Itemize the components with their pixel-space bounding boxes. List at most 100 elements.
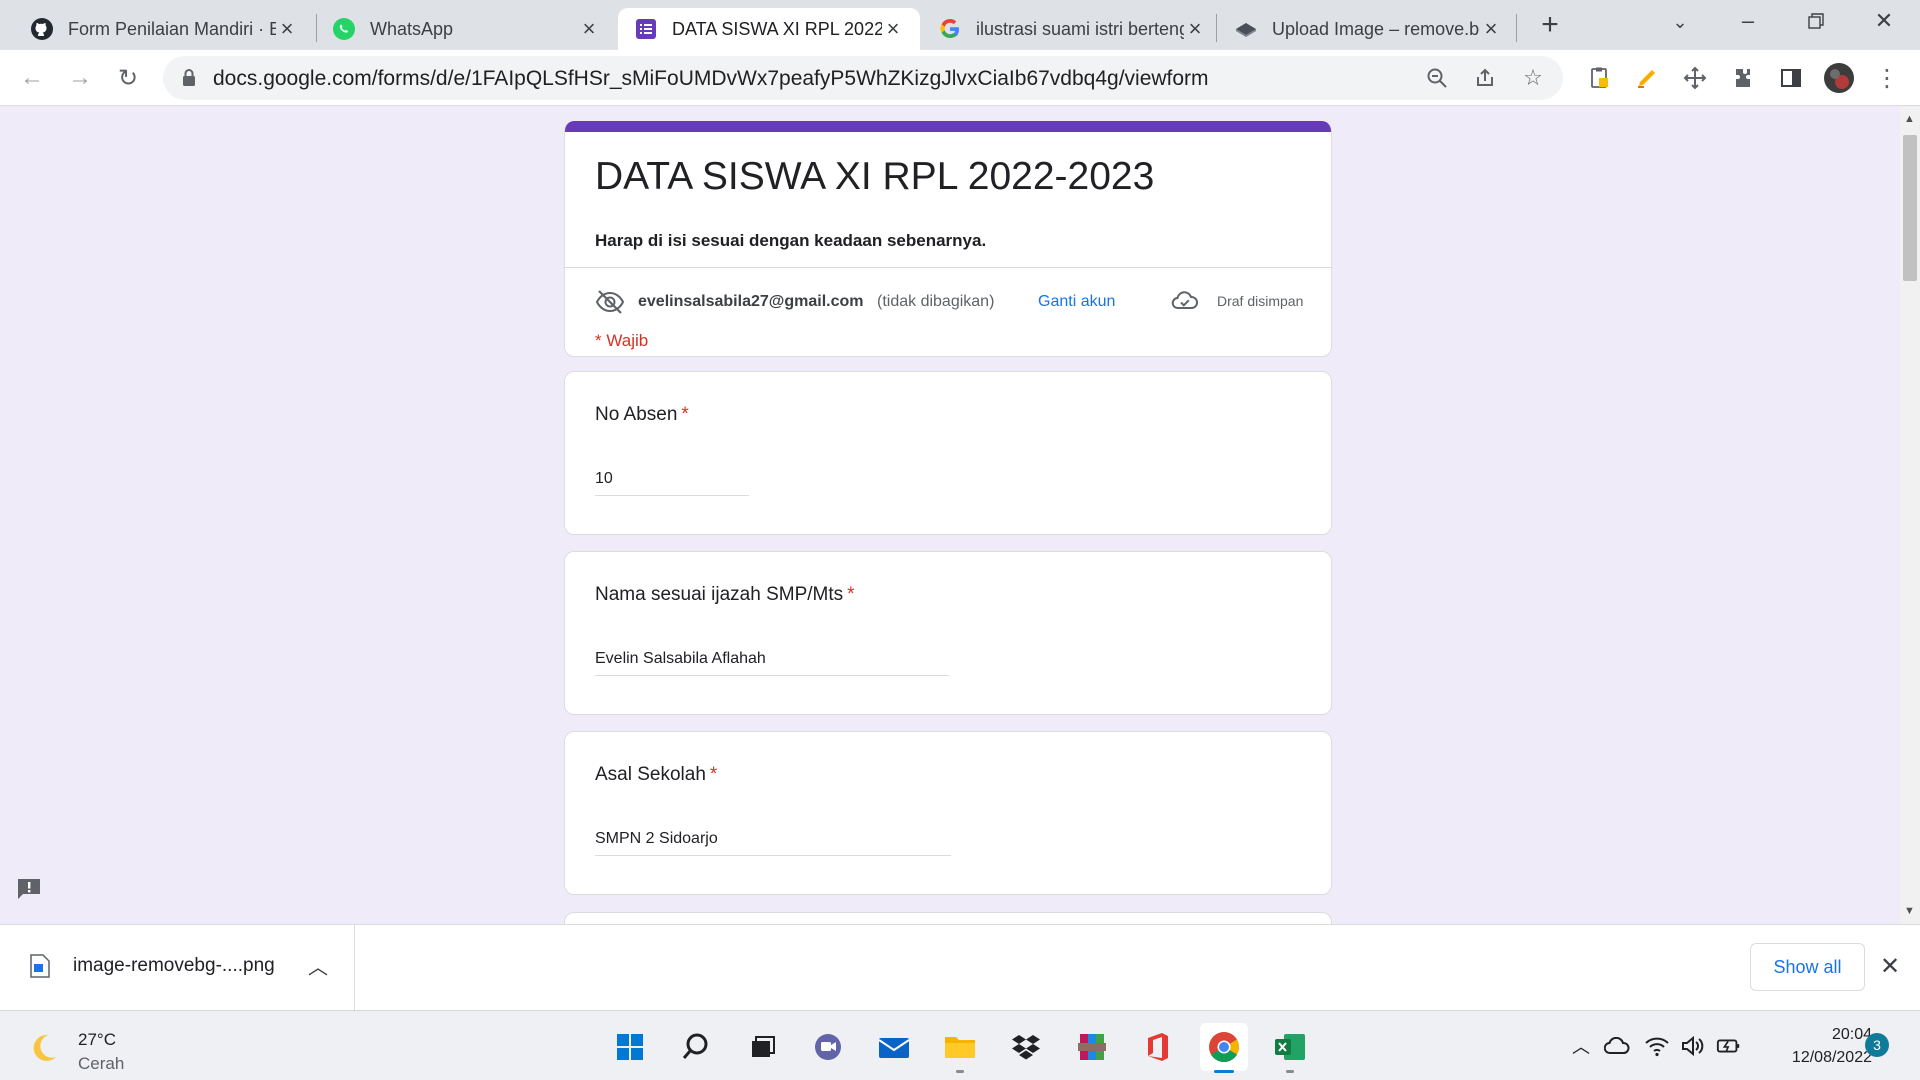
tab-ilustrasi[interactable]: ilustrasi suami istri bertengkar ×: [922, 8, 1222, 50]
switch-account-link[interactable]: Ganti akun: [1038, 293, 1115, 311]
tab-title: Form Penilaian Mandiri · E: [68, 18, 276, 39]
google-forms-icon: [634, 17, 658, 41]
question-text: Nama sesuai ijazah SMP/Mts: [595, 584, 844, 605]
battery-charging-icon[interactable]: [1716, 1033, 1742, 1059]
question-text: Asal Sekolah: [595, 764, 706, 785]
download-file-name[interactable]: image-removebg-....png: [73, 955, 275, 977]
feedback-icon[interactable]: [16, 877, 42, 901]
close-window-button[interactable]: ✕: [1864, 8, 1904, 34]
not-shared-note: (tidak dibagikan): [877, 293, 995, 310]
search-icon[interactable]: [672, 1023, 720, 1071]
question-card-no-absen: No Absen * 10: [564, 371, 1332, 535]
minimize-button[interactable]: –: [1728, 8, 1768, 34]
tab-separator: [1516, 14, 1517, 42]
tab-title: Upload Image – remove.bg: [1272, 18, 1480, 39]
url-text[interactable]: docs.google.com/forms/d/e/1FAIpQLSfHSr_s…: [213, 67, 1209, 91]
question-label: Asal Sekolah *: [595, 764, 717, 786]
extension-clipboard-icon[interactable]: [1583, 62, 1615, 94]
image-file-icon: [30, 954, 50, 978]
winrar-icon[interactable]: [1068, 1023, 1116, 1071]
scroll-up-arrow-icon[interactable]: ▲: [1904, 113, 1915, 125]
form-title: DATA SISWA XI RPL 2022-2023: [595, 155, 1155, 198]
account-email: evelinsalsabila27@gmail.com: [638, 293, 864, 310]
clock-date: 12/08/2022: [1791, 1049, 1872, 1066]
question-card-asal-sekolah: Asal Sekolah * SMPN 2 Sidoarjo: [564, 731, 1332, 895]
onedrive-cloud-icon[interactable]: [1604, 1033, 1630, 1059]
clock-time: 20:04: [1831, 1026, 1872, 1043]
required-asterisk: *: [847, 584, 855, 605]
form-header-card: DATA SISWA XI RPL 2022-2023 Harap di isi…: [564, 121, 1332, 357]
system-clock[interactable]: 20:04 12/08/2022: [1762, 1023, 1872, 1069]
close-tab-icon[interactable]: ×: [578, 16, 600, 42]
excel-icon[interactable]: [1266, 1023, 1314, 1073]
extension-move-icon[interactable]: [1679, 62, 1711, 94]
required-asterisk: *: [681, 404, 689, 425]
browser-tab-strip: Form Penilaian Mandiri · E × WhatsApp × …: [0, 0, 1920, 50]
show-all-button[interactable]: Show all: [1750, 943, 1865, 991]
running-indicator: [1286, 1070, 1294, 1073]
windows-taskbar: 27°C Cerah ︿ 20:04 12/08/2022 3: [0, 1010, 1920, 1080]
share-icon[interactable]: [1471, 64, 1499, 92]
back-arrow-icon[interactable]: ←: [16, 62, 48, 94]
chevron-up-icon[interactable]: ︿: [308, 951, 328, 980]
form-accent-bar: [565, 121, 1331, 132]
tab-form-penilaian[interactable]: Form Penilaian Mandiri · E ×: [14, 8, 314, 50]
forward-arrow-icon[interactable]: →: [64, 62, 96, 94]
required-note: * Wajib: [595, 331, 649, 350]
tab-upload-image[interactable]: Upload Image – remove.bg ×: [1218, 8, 1518, 50]
tab-data-siswa[interactable]: DATA SISWA XI RPL 2022-2023 ×: [618, 8, 920, 50]
question-card-partial: [564, 912, 1332, 924]
tab-search-icon[interactable]: ⌄: [1660, 12, 1700, 33]
nama-input[interactable]: Evelin Salsabila Aflahah: [595, 646, 949, 676]
question-label: Nama sesuai ijazah SMP/Mts *: [595, 584, 855, 606]
dropbox-icon[interactable]: [1002, 1023, 1050, 1071]
bookmark-star-icon[interactable]: ☆: [1519, 64, 1547, 92]
no-absen-input[interactable]: 10: [595, 466, 749, 496]
lock-icon[interactable]: [179, 67, 199, 89]
restore-button[interactable]: [1796, 8, 1836, 36]
download-bar: image-removebg-....png ︿ Show all ✕: [0, 924, 1920, 1011]
account-row: evelinsalsabila27@gmail.com (tidak dibag…: [595, 287, 1305, 317]
close-tab-icon[interactable]: ×: [1480, 16, 1502, 42]
close-tab-icon[interactable]: ×: [1184, 16, 1206, 42]
mail-icon[interactable]: [870, 1023, 918, 1071]
tab-whatsapp[interactable]: WhatsApp ×: [316, 8, 616, 50]
close-tab-icon[interactable]: ×: [276, 16, 298, 42]
volume-icon[interactable]: [1680, 1033, 1706, 1059]
removebg-icon: [1234, 17, 1258, 41]
question-text: No Absen: [595, 404, 678, 425]
google-icon: [938, 17, 962, 41]
close-download-bar-icon[interactable]: ✕: [1880, 952, 1900, 981]
close-tab-icon[interactable]: ×: [882, 16, 904, 42]
extensions-puzzle-icon[interactable]: [1727, 62, 1759, 94]
asal-sekolah-input[interactable]: SMPN 2 Sidoarjo: [595, 826, 951, 856]
new-tab-button[interactable]: +: [1534, 10, 1566, 42]
question-card-nama: Nama sesuai ijazah SMP/Mts * Evelin Salsa…: [564, 551, 1332, 715]
reload-icon[interactable]: ↻: [112, 62, 144, 94]
wifi-icon[interactable]: [1644, 1033, 1670, 1059]
scroll-down-arrow-icon[interactable]: ▼: [1904, 905, 1915, 917]
chevron-up-tray-icon[interactable]: ︿: [1568, 1033, 1594, 1059]
menu-kebab-icon[interactable]: ⋮: [1871, 62, 1903, 94]
task-view-icon[interactable]: [738, 1023, 786, 1071]
zoom-icon[interactable]: [1423, 64, 1451, 92]
extension-highlighter-icon[interactable]: [1631, 62, 1663, 94]
notification-badge[interactable]: 3: [1865, 1033, 1889, 1057]
whatsapp-icon: [332, 17, 356, 41]
office-icon[interactable]: [1134, 1023, 1182, 1071]
profile-avatar[interactable]: [1823, 62, 1855, 94]
address-bar[interactable]: docs.google.com/forms/d/e/1FAIpQLSfHSr_s…: [163, 56, 1563, 100]
page-scrollbar[interactable]: ▲ ▼: [1900, 107, 1920, 924]
form-description: Harap di isi sesuai dengan keadaan seben…: [595, 231, 987, 250]
side-panel-icon[interactable]: [1775, 62, 1807, 94]
teams-chat-icon[interactable]: [804, 1023, 852, 1071]
scrollbar-thumb[interactable]: [1903, 135, 1917, 281]
question-label: No Absen *: [595, 404, 689, 426]
download-item[interactable]: image-removebg-....png ︿: [0, 925, 355, 1011]
tab-title: ilustrasi suami istri bertengkar: [976, 18, 1184, 39]
file-explorer-icon[interactable]: [936, 1023, 984, 1073]
tab-separator: [1216, 14, 1217, 42]
required-asterisk: *: [709, 764, 718, 785]
windows-start-icon[interactable]: [606, 1023, 654, 1071]
chrome-icon[interactable]: [1200, 1023, 1248, 1073]
